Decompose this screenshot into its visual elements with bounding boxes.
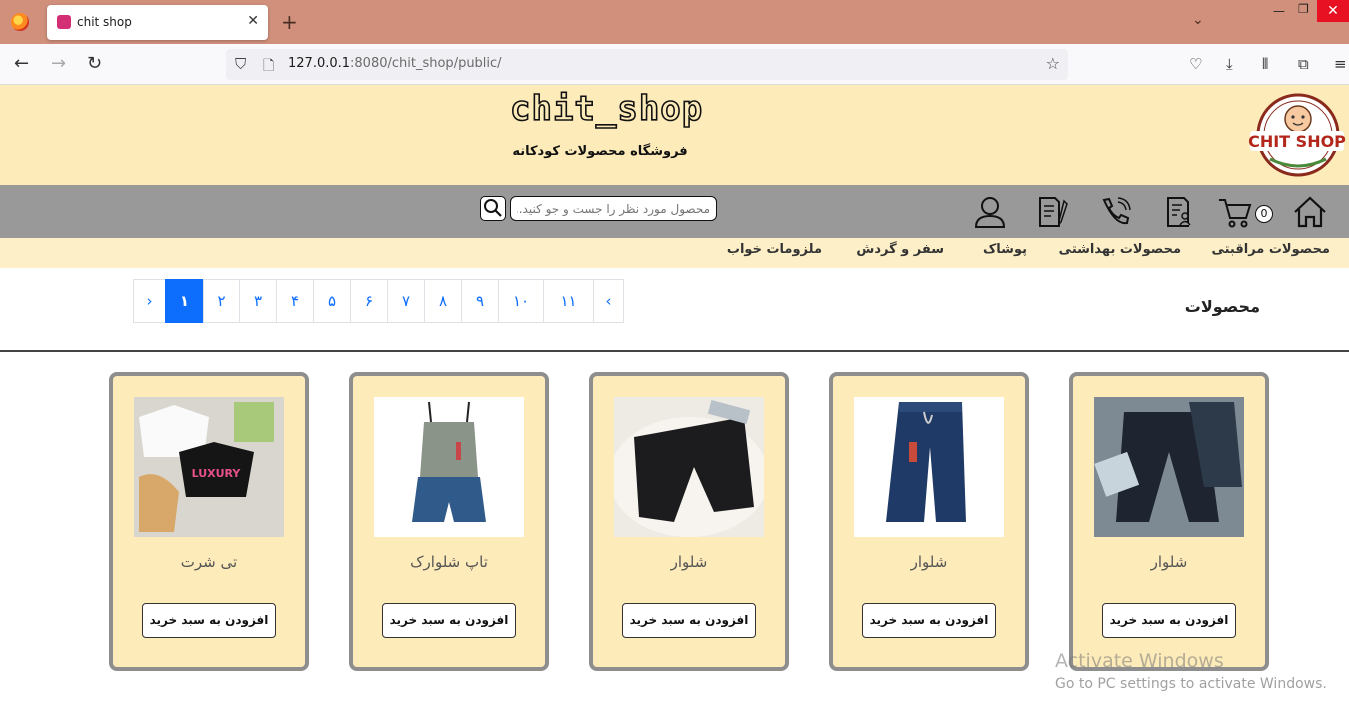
new-tab-icon[interactable]: + xyxy=(281,10,298,34)
product-card: شلوار افزودن به سبد خرید xyxy=(829,372,1029,671)
products-heading: محصولات xyxy=(1184,297,1260,316)
page-link-7[interactable]: ۷ xyxy=(387,279,425,323)
chit-shop-logo[interactable]: CHIT SHOP xyxy=(1248,93,1346,179)
product-card: تاپ شلوارک افزودن به سبد خرید xyxy=(349,372,549,671)
add-to-cart-button[interactable]: افزودن به سبد خرید xyxy=(862,603,996,638)
product-image[interactable] xyxy=(1094,397,1244,537)
svg-text:CHIT SHOP: CHIT SHOP xyxy=(1248,132,1346,151)
product-image[interactable] xyxy=(854,397,1004,537)
menu-icon[interactable]: ≡ xyxy=(1334,55,1347,73)
browser-tab[interactable]: chit shop ✕ xyxy=(47,5,268,40)
product-name: تی شرت xyxy=(180,553,238,571)
browser-toolbar: ← → ↻ ⛉ 🗋 127.0.0.1:8080/chit_shop/publi… xyxy=(0,44,1349,85)
user-icon[interactable] xyxy=(972,195,1008,229)
product-card: شلوار افزودن به سبد خرید xyxy=(1069,372,1269,671)
brand-subtitle: فروشگاه محصولات کودکانه xyxy=(512,144,688,159)
browser-tab-bar: chit shop ✕ + ⌄ — ❐ ✕ xyxy=(0,0,1349,44)
product-image[interactable] xyxy=(374,397,524,537)
product-card: شلوار افزودن به سبد خرید xyxy=(589,372,789,671)
product-card: LUXURY تی شرت افزودن به سبد خرید xyxy=(109,372,309,671)
bookmark-star-icon[interactable]: ☆ xyxy=(1046,54,1060,73)
minimize-icon[interactable]: — xyxy=(1273,4,1285,18)
extensions-icon[interactable]: ⧉ xyxy=(1298,55,1309,73)
product-name: تاپ شلوارک xyxy=(410,553,488,571)
category-clothing[interactable]: پوشاک xyxy=(983,242,1027,257)
cart-count-badge: 0 xyxy=(1255,205,1273,223)
chevron-down-icon[interactable]: ⌄ xyxy=(1192,12,1204,28)
page-next[interactable]: › xyxy=(133,279,166,323)
tab-title: chit shop xyxy=(77,15,132,29)
svg-text:LUXURY: LUXURY xyxy=(192,467,242,480)
page-link-6[interactable]: ۶ xyxy=(350,279,388,323)
url-text[interactable]: 127.0.0.1:8080/chit_shop/public/ xyxy=(288,56,502,71)
windows-activation-title: Activate Windows xyxy=(1055,650,1224,672)
firefox-icon[interactable] xyxy=(11,13,29,31)
document-user-icon[interactable] xyxy=(1160,195,1196,229)
add-to-cart-button[interactable]: افزودن به سبد خرید xyxy=(622,603,756,638)
product-name: شلوار xyxy=(1150,553,1188,571)
page-link-8[interactable]: ۸ xyxy=(424,279,462,323)
category-care[interactable]: محصولات مراقبتی xyxy=(1211,242,1330,257)
category-sleep[interactable]: ملزومات خواب xyxy=(727,242,822,257)
product-name: شلوار xyxy=(670,553,708,571)
restore-icon[interactable]: ❐ xyxy=(1298,2,1309,16)
cart-icon[interactable] xyxy=(1217,195,1253,229)
back-icon[interactable]: ← xyxy=(14,53,29,74)
page-link-3[interactable]: ۳ xyxy=(239,279,277,323)
page-link-11[interactable]: ۱۱ xyxy=(543,279,594,323)
phone-icon[interactable] xyxy=(1098,195,1134,229)
add-to-cart-button[interactable]: افزودن به سبد خرید xyxy=(382,603,516,638)
home-icon[interactable] xyxy=(1292,195,1328,229)
category-nav: محصولات مراقبتی محصولات بهداشتی پوشاک سف… xyxy=(0,238,1349,268)
product-image[interactable]: LUXURY xyxy=(134,397,284,537)
favicon-icon xyxy=(57,15,71,29)
site-header: chit_shop فروشگاه محصولات کودکانه CHIT S… xyxy=(0,85,1349,185)
page-link-9[interactable]: ۹ xyxy=(461,279,499,323)
page-link-5[interactable]: ۵ xyxy=(313,279,351,323)
pocket-icon[interactable]: ♡ xyxy=(1189,55,1202,73)
page-link-2[interactable]: ۲ xyxy=(203,279,240,323)
windows-activation-text: Go to PC settings to activate Windows. xyxy=(1055,676,1327,692)
document-edit-icon[interactable] xyxy=(1035,195,1071,229)
brand-title[interactable]: chit_shop xyxy=(509,88,703,130)
page-link-4[interactable]: ۴ xyxy=(276,279,314,323)
shield-icon[interactable]: ⛉ xyxy=(235,55,246,73)
download-icon[interactable]: ⤓ xyxy=(1226,55,1233,73)
search-button[interactable] xyxy=(480,196,506,221)
page-prev[interactable]: ‹ xyxy=(593,279,624,323)
pagination: › ۱ ۲ ۳ ۴ ۵ ۶ ۷ ۸ ۹ ۱۰ ۱۱ ‹ xyxy=(133,279,624,323)
search-icon xyxy=(484,199,502,217)
category-travel[interactable]: سفر و گردش xyxy=(856,242,944,257)
page-link-1[interactable]: ۱ xyxy=(165,279,204,323)
page-link-10[interactable]: ۱۰ xyxy=(498,279,544,323)
divider xyxy=(0,350,1349,352)
add-to-cart-button[interactable]: افزودن به سبد خرید xyxy=(142,603,276,638)
page-info-icon[interactable]: 🗋 xyxy=(263,55,274,79)
address-bar[interactable]: ⛉ 🗋 127.0.0.1:8080/chit_shop/public/ ☆ xyxy=(226,49,1068,80)
search-input[interactable] xyxy=(510,196,717,221)
library-icon[interactable]: ⫴ xyxy=(1262,55,1268,73)
close-tab-icon[interactable]: ✕ xyxy=(247,13,259,29)
product-image[interactable] xyxy=(614,397,764,537)
add-to-cart-button[interactable]: افزودن به سبد خرید xyxy=(1102,603,1236,638)
product-name: شلوار xyxy=(910,553,948,571)
category-hygiene[interactable]: محصولات بهداشتی xyxy=(1059,242,1181,257)
window-close-icon[interactable]: ✕ xyxy=(1317,0,1349,22)
reload-icon[interactable]: ↻ xyxy=(87,53,102,74)
forward-icon[interactable]: → xyxy=(51,53,66,74)
